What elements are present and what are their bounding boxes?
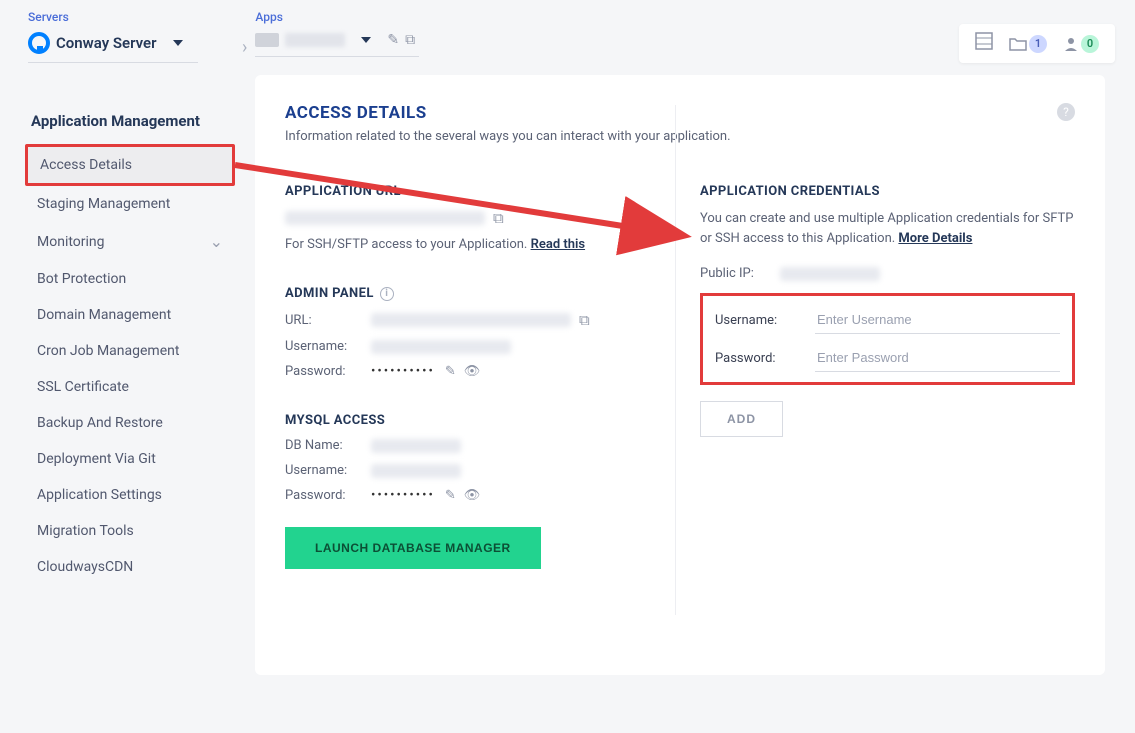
- topbar-actions: 1 0: [959, 24, 1115, 63]
- sidebar-item-domain-management[interactable]: Domain Management: [25, 297, 235, 333]
- sidebar-item-application-settings[interactable]: Application Settings: [25, 477, 235, 513]
- cred-password-label: Password:: [715, 351, 815, 366]
- apps-label: Apps: [255, 10, 419, 24]
- grid-icon[interactable]: [975, 32, 993, 55]
- sidebar-item-label: Backup And Restore: [37, 415, 163, 431]
- application-url-section: APPLICATION URL ⧉ For SSH/SFTP access to…: [285, 184, 660, 252]
- sidebar-item-cron-job-management[interactable]: Cron Job Management: [25, 333, 235, 369]
- sidebar-item-label: Deployment Via Git: [37, 451, 156, 467]
- column-divider: [675, 105, 676, 615]
- projects-badge: 1: [1029, 35, 1047, 53]
- admin-password-dots: ••••••••••: [371, 364, 435, 379]
- mysql-access-section: MYSQL ACCESS DB Name: Username: Password…: [285, 413, 660, 569]
- ssh-hint: For SSH/SFTP access to your Application.…: [285, 237, 660, 252]
- eye-icon[interactable]: 👁: [464, 364, 481, 379]
- application-url-value-redacted: [285, 211, 485, 225]
- open-external-icon[interactable]: ⧉: [405, 32, 415, 48]
- mysql-password-label: Password:: [285, 488, 371, 503]
- sidebar-heading: Application Management: [31, 112, 235, 130]
- credentials-description: You can create and use multiple Applicat…: [700, 209, 1075, 248]
- main-layout: Application Management Access Details St…: [0, 72, 1135, 675]
- public-ip-value-redacted: [780, 267, 880, 281]
- eye-icon[interactable]: 👁: [464, 488, 481, 503]
- sidebar: Application Management Access Details St…: [25, 72, 235, 675]
- sidebar-item-cloudwayscdn[interactable]: CloudwaysCDN: [25, 549, 235, 585]
- sidebar-item-ssl-certificate[interactable]: SSL Certificate: [25, 369, 235, 405]
- username-input[interactable]: [815, 306, 1060, 334]
- sidebar-item-migration-tools[interactable]: Migration Tools: [25, 513, 235, 549]
- info-icon[interactable]: i: [380, 287, 394, 301]
- sidebar-item-label: Access Details: [40, 157, 132, 173]
- open-external-icon[interactable]: ⧉: [493, 209, 504, 227]
- admin-url-label: URL:: [285, 313, 371, 328]
- sidebar-item-bot-protection[interactable]: Bot Protection: [25, 261, 235, 297]
- open-external-icon[interactable]: ⧉: [579, 311, 590, 329]
- mysql-username-label: Username:: [285, 463, 371, 478]
- left-column: APPLICATION URL ⧉ For SSH/SFTP access to…: [285, 184, 660, 569]
- chevron-down-icon: ⌄: [210, 232, 223, 251]
- sidebar-item-label: SSL Certificate: [37, 379, 129, 395]
- sidebar-item-backup-and-restore[interactable]: Backup And Restore: [25, 405, 235, 441]
- sidebar-item-label: Monitoring: [37, 234, 105, 250]
- mysql-dbname-label: DB Name:: [285, 438, 371, 453]
- edit-icon[interactable]: ✎: [387, 32, 399, 48]
- sidebar-item-label: Staging Management: [37, 196, 170, 212]
- add-button[interactable]: ADD: [700, 401, 783, 437]
- sidebar-item-label: Application Settings: [37, 487, 162, 503]
- sidebar-item-monitoring[interactable]: Monitoring ⌄: [25, 222, 235, 261]
- digitalocean-icon: [28, 32, 50, 54]
- admin-username-label: Username:: [285, 339, 371, 354]
- panel-subtitle: Information related to the several ways …: [285, 129, 731, 144]
- sidebar-item-label: Domain Management: [37, 307, 171, 323]
- cred-username-label: Username:: [715, 313, 815, 328]
- panel-header: ACCESS DETAILS Information related to th…: [285, 103, 1075, 144]
- app-icon: [255, 33, 279, 47]
- caret-down-icon: [173, 40, 183, 46]
- edit-icon[interactable]: ✎: [445, 488, 456, 503]
- mysql-password-dots: ••••••••••: [371, 488, 435, 503]
- sidebar-item-access-details[interactable]: Access Details: [25, 144, 235, 186]
- projects-icon[interactable]: 1: [1009, 35, 1047, 53]
- application-credentials-heading: APPLICATION CREDENTIALS: [700, 184, 1075, 199]
- sidebar-item-deployment-via-git[interactable]: Deployment Via Git: [25, 441, 235, 477]
- mysql-heading: MYSQL ACCESS: [285, 413, 660, 428]
- user-icon[interactable]: 0: [1063, 35, 1099, 53]
- credentials-form: Username: Password:: [700, 293, 1075, 385]
- admin-password-label: Password:: [285, 364, 371, 379]
- help-icon[interactable]: ?: [1057, 103, 1075, 121]
- chevron-right-icon: ›: [242, 37, 247, 58]
- password-input[interactable]: [815, 344, 1060, 372]
- admin-panel-heading: ADMIN PANEL i: [285, 286, 660, 301]
- caret-down-icon: [361, 37, 371, 43]
- admin-panel-section: ADMIN PANEL i URL: ⧉ Username: Password:: [285, 286, 660, 379]
- public-ip-label: Public IP:: [700, 266, 780, 281]
- topbar: Servers Conway Server › Apps ✎ ⧉ 1 0: [0, 0, 1135, 72]
- details-columns: APPLICATION URL ⧉ For SSH/SFTP access to…: [285, 184, 1075, 569]
- read-this-link[interactable]: Read this: [531, 237, 585, 252]
- mysql-username-value-redacted: [371, 464, 461, 478]
- launch-database-manager-button[interactable]: LAUNCH DATABASE MANAGER: [285, 527, 541, 569]
- servers-label: Servers: [28, 10, 198, 24]
- servers-breadcrumb: Servers Conway Server: [28, 10, 198, 63]
- panel-title: ACCESS DETAILS: [285, 103, 731, 123]
- sidebar-item-label: Cron Job Management: [37, 343, 179, 359]
- sidebar-item-label: Bot Protection: [37, 271, 126, 287]
- edit-icon[interactable]: ✎: [445, 364, 456, 379]
- app-name-redacted: [285, 33, 345, 47]
- admin-username-value-redacted: [371, 340, 511, 354]
- application-url-heading: APPLICATION URL: [285, 184, 660, 199]
- server-name: Conway Server: [56, 34, 157, 52]
- right-column: APPLICATION CREDENTIALS You can create a…: [700, 184, 1075, 569]
- sidebar-item-staging-management[interactable]: Staging Management: [25, 186, 235, 222]
- more-details-link[interactable]: More Details: [898, 231, 972, 246]
- sidebar-item-label: CloudwaysCDN: [37, 559, 133, 575]
- main-panel: ACCESS DETAILS Information related to th…: [255, 75, 1105, 675]
- user-badge: 0: [1081, 35, 1099, 53]
- apps-breadcrumb: Apps ✎ ⧉: [255, 10, 419, 57]
- server-selector[interactable]: Conway Server: [28, 28, 198, 63]
- app-selector[interactable]: ✎ ⧉: [255, 28, 419, 57]
- admin-url-value-redacted: [371, 313, 571, 327]
- sidebar-item-label: Migration Tools: [37, 523, 134, 539]
- mysql-dbname-value-redacted: [371, 439, 461, 453]
